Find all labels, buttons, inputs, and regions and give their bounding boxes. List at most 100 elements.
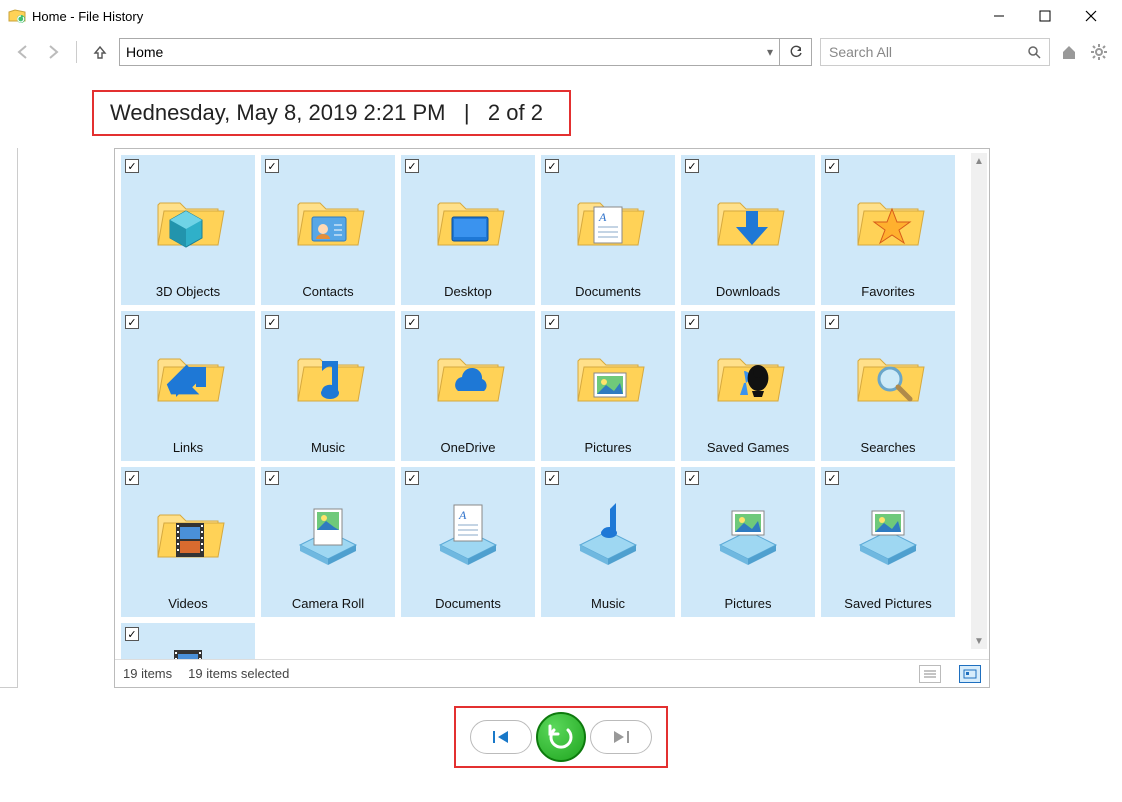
refresh-button[interactable] bbox=[780, 38, 812, 66]
back-button[interactable] bbox=[12, 41, 34, 63]
address-text: Home bbox=[126, 44, 767, 60]
home-icon[interactable] bbox=[1058, 41, 1080, 63]
folder-icon bbox=[148, 161, 228, 284]
file-item[interactable]: ✓ Music bbox=[261, 311, 395, 461]
checkbox[interactable]: ✓ bbox=[825, 159, 839, 173]
checkbox[interactable]: ✓ bbox=[125, 315, 139, 329]
checkbox[interactable]: ✓ bbox=[125, 627, 139, 641]
file-label: Saved Pictures bbox=[844, 596, 931, 617]
folder-icon bbox=[148, 317, 228, 440]
checkbox[interactable]: ✓ bbox=[265, 159, 279, 173]
file-item[interactable]: ✓ Pictures bbox=[681, 467, 815, 617]
statusbar: 19 items 19 items selected bbox=[115, 659, 989, 687]
file-label: OneDrive bbox=[441, 440, 496, 461]
checkbox[interactable]: ✓ bbox=[405, 471, 419, 485]
checkbox[interactable]: ✓ bbox=[405, 315, 419, 329]
file-label: Saved Games bbox=[707, 440, 789, 461]
status-selected: 19 items selected bbox=[188, 666, 289, 681]
address-bar[interactable]: Home ▾ bbox=[119, 38, 780, 66]
checkbox[interactable]: ✓ bbox=[265, 471, 279, 485]
app-icon bbox=[8, 7, 26, 25]
file-item[interactable]: ✓ Links bbox=[121, 311, 255, 461]
up-button[interactable] bbox=[89, 41, 111, 63]
file-label: Music bbox=[311, 440, 345, 461]
next-version-button[interactable] bbox=[590, 720, 652, 754]
toolbar: Home ▾ Search All bbox=[0, 32, 1122, 72]
timestamp-bar: Wednesday, May 8, 2019 2:21 PM | 2 of 2 bbox=[92, 90, 571, 136]
restore-button[interactable] bbox=[536, 712, 586, 762]
file-item[interactable]: ✓ Desktop bbox=[401, 155, 535, 305]
file-item[interactable]: ✓ Pictures bbox=[541, 311, 675, 461]
folder-icon bbox=[288, 317, 368, 440]
checkbox[interactable]: ✓ bbox=[125, 471, 139, 485]
checkbox[interactable]: ✓ bbox=[825, 315, 839, 329]
file-label: Favorites bbox=[861, 284, 914, 305]
checkbox[interactable]: ✓ bbox=[545, 315, 559, 329]
window-title: Home - File History bbox=[32, 9, 143, 24]
checkbox[interactable]: ✓ bbox=[685, 315, 699, 329]
scroll-down-icon[interactable]: ▼ bbox=[971, 633, 987, 649]
file-item[interactable]: ✓ Searches bbox=[821, 311, 955, 461]
previous-version-button[interactable] bbox=[470, 720, 532, 754]
file-label: Music bbox=[591, 596, 625, 617]
file-item[interactable]: ✓ADocuments bbox=[401, 467, 535, 617]
file-label: Pictures bbox=[725, 596, 772, 617]
folder-icon bbox=[708, 317, 788, 440]
checkbox[interactable]: ✓ bbox=[265, 315, 279, 329]
checkbox[interactable]: ✓ bbox=[545, 471, 559, 485]
file-item[interactable]: ✓Videos bbox=[121, 467, 255, 617]
view-icons-button[interactable] bbox=[959, 665, 981, 683]
file-item[interactable]: ✓ OneDrive bbox=[401, 311, 535, 461]
maximize-button[interactable] bbox=[1022, 1, 1068, 31]
search-input[interactable]: Search All bbox=[820, 38, 1050, 66]
folder-icon bbox=[568, 317, 648, 440]
timestamp-date: Wednesday, May 8, 2019 2:21 PM bbox=[110, 100, 446, 125]
close-button[interactable] bbox=[1068, 1, 1114, 31]
file-label: Searches bbox=[861, 440, 916, 461]
file-item[interactable]: ✓Camera Roll bbox=[261, 467, 395, 617]
file-label: 3D Objects bbox=[156, 284, 220, 305]
folder-icon bbox=[288, 473, 368, 596]
file-item[interactable]: ✓ Music bbox=[541, 467, 675, 617]
file-item[interactable]: ✓ Favorites bbox=[821, 155, 955, 305]
checkbox[interactable]: ✓ bbox=[685, 159, 699, 173]
chevron-down-icon[interactable]: ▾ bbox=[767, 45, 773, 59]
scrollbar[interactable]: ▲ ▼ bbox=[971, 153, 987, 649]
status-count: 19 items bbox=[123, 666, 172, 681]
file-item[interactable]: ✓ ADocuments bbox=[541, 155, 675, 305]
checkbox[interactable]: ✓ bbox=[545, 159, 559, 173]
window-controls bbox=[976, 1, 1114, 31]
folder-icon bbox=[148, 473, 228, 596]
timestamp-position: 2 of 2 bbox=[488, 100, 543, 125]
scroll-up-icon[interactable]: ▲ bbox=[971, 153, 987, 169]
file-label: Desktop bbox=[444, 284, 492, 305]
file-item[interactable]: ✓Downloads bbox=[681, 155, 815, 305]
checkbox[interactable]: ✓ bbox=[405, 159, 419, 173]
folder-icon bbox=[848, 473, 928, 596]
timestamp-sep: | bbox=[464, 100, 470, 125]
file-item[interactable]: ✓ bbox=[121, 623, 255, 659]
file-item[interactable]: ✓ Saved Games bbox=[681, 311, 815, 461]
file-label: Documents bbox=[575, 284, 641, 305]
gear-icon[interactable] bbox=[1088, 41, 1110, 63]
folder-icon bbox=[148, 629, 228, 659]
folder-icon bbox=[848, 161, 928, 284]
folder-icon bbox=[708, 473, 788, 596]
folder-icon bbox=[288, 161, 368, 284]
file-label: Pictures bbox=[585, 440, 632, 461]
file-grid: ✓3D Objects✓Contacts✓Desktop✓ADocuments✓… bbox=[115, 149, 989, 659]
separator bbox=[76, 41, 77, 63]
folder-icon: A bbox=[568, 161, 648, 284]
folder-icon bbox=[568, 473, 648, 596]
checkbox[interactable]: ✓ bbox=[125, 159, 139, 173]
view-details-button[interactable] bbox=[919, 665, 941, 683]
checkbox[interactable]: ✓ bbox=[685, 471, 699, 485]
file-item[interactable]: ✓ Saved Pictures bbox=[821, 467, 955, 617]
file-item[interactable]: ✓ 3D Objects bbox=[121, 155, 255, 305]
minimize-button[interactable] bbox=[976, 1, 1022, 31]
forward-button[interactable] bbox=[42, 41, 64, 63]
checkbox[interactable]: ✓ bbox=[825, 471, 839, 485]
file-item[interactable]: ✓Contacts bbox=[261, 155, 395, 305]
folder-icon bbox=[848, 317, 928, 440]
file-label: Links bbox=[173, 440, 203, 461]
